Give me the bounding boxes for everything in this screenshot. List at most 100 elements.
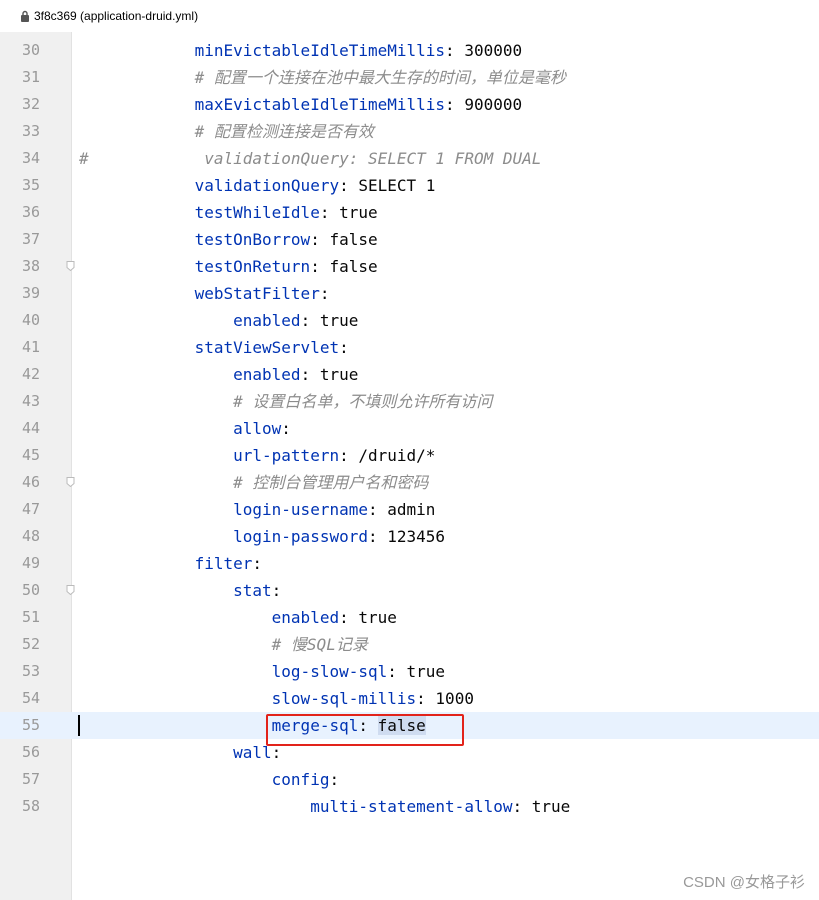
- code-line[interactable]: 34 # validationQuery: SELECT 1 FROM DUAL: [0, 145, 819, 172]
- code-text: testOnReturn: false: [79, 253, 378, 280]
- yaml-separator: :: [445, 41, 465, 60]
- code-line[interactable]: 54 slow-sql-millis: 1000: [0, 685, 819, 712]
- fold-marker-icon[interactable]: [66, 585, 75, 595]
- file-tab-title: 3f8c369 (application-druid.yml): [34, 9, 199, 23]
- yaml-key: webStatFilter: [194, 284, 320, 303]
- code-text: login-password: 123456: [79, 523, 445, 550]
- yaml-separator: :: [339, 608, 359, 627]
- code-line[interactable]: 31 # 配置一个连接在池中最大生存的时间，单位是毫秒: [0, 64, 819, 91]
- code-text: # validationQuery: SELECT 1 FROM DUAL: [79, 145, 541, 172]
- code-line[interactable]: 58 multi-statement-allow: true: [0, 793, 819, 820]
- code-text: webStatFilter:: [79, 280, 330, 307]
- yaml-separator: :: [512, 797, 532, 816]
- line-number: 39: [21, 284, 40, 302]
- code-line[interactable]: 51 enabled: true: [0, 604, 819, 631]
- code-line[interactable]: 30 minEvictableIdleTimeMillis: 300000: [0, 37, 819, 64]
- code-text: testWhileIdle: true: [79, 199, 378, 226]
- line-number: 36: [21, 203, 40, 221]
- yaml-separator: :: [367, 500, 388, 519]
- highlight-box: [266, 714, 464, 746]
- code-line[interactable]: 57 config:: [0, 766, 819, 793]
- code-text: url-pattern: /druid/*: [79, 442, 435, 469]
- code-text: enabled: true: [79, 307, 358, 334]
- code-text: # 设置白名单，不填则允许所有访问: [79, 388, 492, 415]
- code-comment: # 设置白名单，不填则允许所有访问: [233, 392, 493, 411]
- yaml-key: login-username: [233, 500, 368, 519]
- code-line[interactable]: 33 # 配置检测连接是否有效: [0, 118, 819, 145]
- code-line[interactable]: 46 # 控制台管理用户名和密码: [0, 469, 819, 496]
- code-text: login-username: admin: [79, 496, 435, 523]
- code-line[interactable]: 39 webStatFilter:: [0, 280, 819, 307]
- fold-marker-icon[interactable]: [66, 477, 75, 487]
- code-line[interactable]: 49 filter:: [0, 550, 819, 577]
- code-line[interactable]: 40 enabled: true: [0, 307, 819, 334]
- code-line[interactable]: 42 enabled: true: [0, 361, 819, 388]
- yaml-separator: :: [339, 338, 349, 357]
- code-line[interactable]: 35 validationQuery: SELECT 1: [0, 172, 819, 199]
- line-number: 57: [21, 770, 40, 788]
- yaml-key: allow: [233, 419, 282, 438]
- line-number: 41: [21, 338, 40, 356]
- yaml-value: 1000: [435, 689, 474, 708]
- line-number: 53: [21, 662, 40, 680]
- code-text: multi-statement-allow: true: [79, 793, 570, 820]
- yaml-value: true: [339, 203, 378, 222]
- yaml-separator: :: [300, 311, 320, 330]
- line-number: 56: [21, 743, 40, 761]
- yaml-separator: :: [339, 176, 359, 195]
- code-line[interactable]: 37 testOnBorrow: false: [0, 226, 819, 253]
- code-line[interactable]: 32 maxEvictableIdleTimeMillis: 900000: [0, 91, 819, 118]
- fold-marker-icon[interactable]: [66, 261, 75, 271]
- code-line[interactable]: 45 url-pattern: /druid/*: [0, 442, 819, 469]
- yaml-key: minEvictableIdleTimeMillis: [194, 41, 446, 60]
- yaml-key: testOnBorrow: [194, 230, 311, 249]
- code-line[interactable]: 36 testWhileIdle: true: [0, 199, 819, 226]
- code-line[interactable]: 43 # 设置白名单，不填则允许所有访问: [0, 388, 819, 415]
- code-line[interactable]: 50 stat:: [0, 577, 819, 604]
- yaml-value: false: [329, 257, 378, 276]
- code-editor[interactable]: 29 # 配置一个连接在池中最小生存的时间，单位是毫秒30 minEvictab…: [0, 10, 819, 820]
- yaml-separator: :: [310, 257, 330, 276]
- code-line[interactable]: 44 allow:: [0, 415, 819, 442]
- line-number: 34: [21, 149, 40, 167]
- yaml-value: true: [406, 662, 446, 681]
- lock-icon: [21, 10, 29, 22]
- code-line[interactable]: 38 testOnReturn: false: [0, 253, 819, 280]
- code-line[interactable]: 52 # 慢SQL记录: [0, 631, 819, 658]
- yaml-separator: :: [319, 203, 340, 222]
- yaml-value: false: [329, 230, 378, 249]
- code-text: statViewServlet:: [79, 334, 349, 361]
- yaml-separator: :: [319, 284, 330, 303]
- yaml-separator: :: [367, 527, 388, 546]
- yaml-value: 300000: [464, 41, 523, 60]
- line-number: 52: [21, 635, 40, 653]
- code-text: filter:: [79, 550, 262, 577]
- yaml-separator: :: [271, 581, 282, 600]
- yaml-separator: :: [387, 662, 407, 681]
- code-line[interactable]: 53 log-slow-sql: true: [0, 658, 819, 685]
- line-number: 33: [21, 122, 40, 140]
- code-line[interactable]: 47 login-username: admin: [0, 496, 819, 523]
- yaml-value: true: [531, 797, 571, 816]
- code-line[interactable]: 48 login-password: 123456: [0, 523, 819, 550]
- code-text: allow:: [79, 415, 291, 442]
- line-number: 48: [21, 527, 40, 545]
- code-line[interactable]: 41 statViewServlet:: [0, 334, 819, 361]
- line-number: 32: [21, 95, 40, 113]
- file-tab[interactable]: 3f8c369 (application-druid.yml): [0, 0, 819, 32]
- yaml-key: testOnReturn: [194, 257, 311, 276]
- yaml-key: validationQuery: [194, 176, 340, 195]
